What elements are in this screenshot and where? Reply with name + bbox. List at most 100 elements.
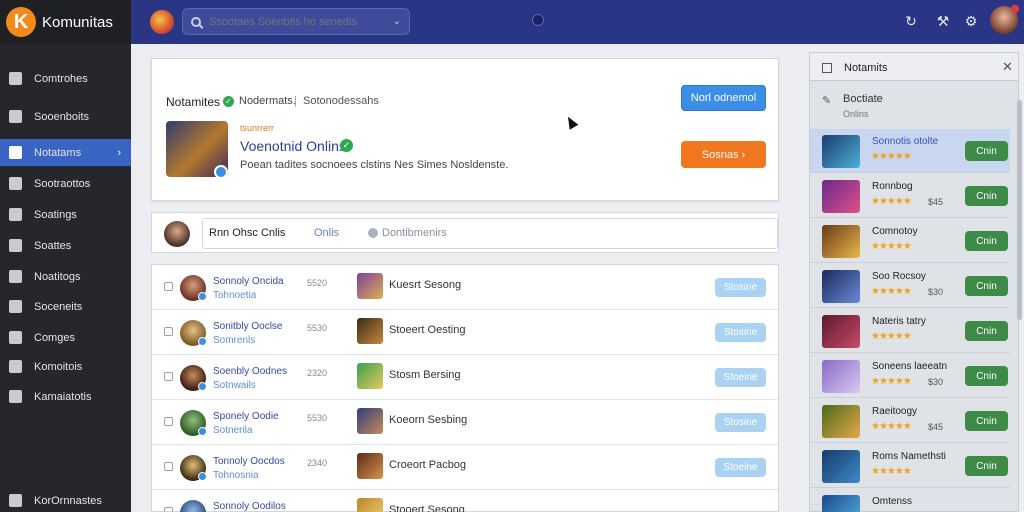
- refresh-icon[interactable]: ↻: [902, 12, 920, 30]
- app-game-icon[interactable]: [150, 10, 174, 34]
- row-checkbox[interactable]: [164, 462, 173, 471]
- table-row[interactable]: Soenbly Oodnes Sotnwails 2320 Stosm Bers…: [152, 355, 778, 400]
- member-name[interactable]: Tonnoly Oocdos: [213, 456, 285, 467]
- sidebar-item-label: Soattes: [34, 239, 72, 252]
- row-action-button[interactable]: Stoeine: [715, 368, 766, 387]
- sidebar-item-notatams[interactable]: Notatams ›: [0, 139, 131, 166]
- sidebar-item-sooenboits[interactable]: Sooenboits: [0, 103, 131, 130]
- join-button[interactable]: Cnin: [965, 411, 1008, 431]
- list-item[interactable]: Nateris tatry ★★★★★ Cnin: [810, 309, 1010, 353]
- game-icon: [357, 273, 383, 299]
- row-checkbox[interactable]: [164, 282, 173, 291]
- header-top-button[interactable]: Norl odnemol: [681, 85, 766, 111]
- game-name: Soo Rocsoy: [872, 271, 926, 282]
- member-name[interactable]: Sonitbly Ooclse: [213, 321, 282, 332]
- game-title[interactable]: Voenotnid Onlins: [240, 138, 346, 154]
- table-row[interactable]: Tonnoly Oocdos Tohnosnia 2340 Croeort Pa…: [152, 445, 778, 490]
- row-checkbox[interactable]: [164, 327, 173, 336]
- sidebar-item-kororrnnastes[interactable]: KorOrnnastes: [0, 487, 131, 512]
- row-action-button[interactable]: Stosine: [715, 323, 766, 342]
- close-icon[interactable]: ✕: [1002, 59, 1013, 75]
- tools-icon[interactable]: ⚒: [934, 12, 952, 30]
- game-price: $45: [928, 197, 944, 207]
- settings-icon[interactable]: ⚙: [962, 12, 980, 30]
- list-item[interactable]: Omtenss: [810, 489, 1010, 512]
- filter-avatar[interactable]: [164, 221, 190, 247]
- table-row[interactable]: Sonitbly Ooclse Somrenls 5530 Stoeert Oe…: [152, 310, 778, 355]
- game-icon: [357, 453, 383, 479]
- scrollbar[interactable]: [1017, 100, 1022, 320]
- member-name[interactable]: Sonnoly Oodilos: [213, 501, 286, 512]
- game-description: Poean tadites socnoees clstins Nes Simes…: [240, 159, 509, 171]
- header-subtitle-2: Sotonodessahs: [303, 95, 379, 107]
- sidebar-item-comges[interactable]: Comges: [0, 324, 131, 351]
- member-subtitle: Tohnosnia: [213, 470, 259, 481]
- tab-documents[interactable]: Dontibmenirs: [382, 227, 447, 239]
- tab-online[interactable]: Onlis: [314, 227, 339, 239]
- member-name[interactable]: Sonnoly Oncida: [213, 276, 284, 287]
- list-item[interactable]: Ronnbog ★★★★★ $45 Cnin: [810, 174, 1010, 218]
- sidebar-item-komoitois[interactable]: Komoitois: [0, 353, 131, 380]
- join-button[interactable]: Cnin: [965, 186, 1008, 206]
- row-checkbox[interactable]: [164, 372, 173, 381]
- calendar-icon: [9, 331, 22, 344]
- avatar[interactable]: [180, 500, 206, 512]
- join-button[interactable]: Cnin: [965, 321, 1008, 341]
- members-list: Sonnoly Oncida Tohnoetia 5520 Kuesrt Ses…: [151, 264, 779, 512]
- rating-stars: ★★★★★: [871, 196, 912, 207]
- list-item[interactable]: Sonnotis otolte ★★★★★ Cnin: [810, 129, 1010, 173]
- page-title: Notamites: [166, 95, 221, 109]
- list-item[interactable]: Soneens laeeatn ★★★★★ $30 Cnin: [810, 354, 1010, 398]
- row-checkbox[interactable]: [164, 417, 173, 426]
- rating-stars: ★★★★★: [871, 466, 912, 477]
- sidebar-item-noatitogs[interactable]: Noatitogs: [0, 263, 131, 290]
- list-item[interactable]: Roms Namethsti ★★★★★ Cnin: [810, 444, 1010, 488]
- row-action-button[interactable]: Stosine: [715, 413, 766, 432]
- chevron-down-icon[interactable]: ⌄: [393, 16, 401, 27]
- row-action-button[interactable]: Stosine: [715, 278, 766, 297]
- list-item[interactable]: Comnotoy ★★★★★ Cnin: [810, 219, 1010, 263]
- table-row[interactable]: Sponely Oodie Sotnerila 5530 Koeorn Sesb…: [152, 400, 778, 445]
- status-dot-icon[interactable]: [532, 14, 544, 26]
- sidebar-item-sootraottos[interactable]: Sootraottos: [0, 170, 131, 197]
- join-button[interactable]: Cnin: [965, 276, 1008, 296]
- search-input[interactable]: [209, 15, 393, 28]
- member-name[interactable]: Soenbly Oodnes: [213, 366, 287, 377]
- join-button[interactable]: Cnin: [965, 366, 1008, 386]
- online-status-icon: [198, 292, 207, 301]
- sidebar-item-label: Notatams: [34, 146, 82, 159]
- game-icon: [357, 363, 383, 389]
- sidebar: Comtrohes Sooenboits Notatams › Sootraott…: [0, 44, 131, 512]
- member-name[interactable]: Sponely Oodie: [213, 411, 279, 422]
- list-item[interactable]: Soo Rocsoy ★★★★★ $30 Cnin: [810, 264, 1010, 308]
- game-thumbnail: [822, 315, 860, 348]
- join-button[interactable]: Cnin: [965, 141, 1008, 161]
- brand[interactable]: K Komunitas: [0, 0, 131, 44]
- online-status-icon: [198, 337, 207, 346]
- game-name: Roms Namethsti: [872, 451, 946, 462]
- sidebar-item-label: Sooenboits: [34, 110, 90, 123]
- primary-action-button[interactable]: Sosnas ›: [681, 141, 766, 168]
- row-checkbox[interactable]: [164, 507, 173, 512]
- row-action-button[interactable]: Stoeine: [715, 458, 766, 477]
- join-button[interactable]: Cnin: [965, 456, 1008, 476]
- tab-all[interactable]: Rnn Ohsc Cnlis: [209, 227, 285, 239]
- sidebar-item-comtrohes[interactable]: Comtrohes: [0, 65, 131, 92]
- header-subtitle: Nodermats.: [239, 95, 296, 107]
- sidebar-item-soatings[interactable]: Soatings: [0, 201, 131, 228]
- game-thumbnail: [822, 135, 860, 168]
- sidebar-item-kamaiatotis[interactable]: Kamaiatotis: [0, 383, 131, 410]
- join-button[interactable]: Cnin: [965, 231, 1008, 251]
- sidebar-item-soattes[interactable]: Soattes: [0, 232, 131, 259]
- home-icon: [9, 110, 22, 123]
- rating-stars: ★★★★★: [871, 421, 912, 432]
- search-bar[interactable]: ⌄: [182, 8, 410, 35]
- game-name: Croeort Pacbog: [389, 459, 467, 471]
- table-row[interactable]: Sonnoly Oncida Tohnoetia 5520 Kuesrt Ses…: [152, 265, 778, 310]
- list-item[interactable]: Raeitoogy ★★★★★ $45 Cnin: [810, 399, 1010, 443]
- rating-stars: ★★★★★: [871, 331, 912, 342]
- game-name: Stooert Sesong: [389, 504, 465, 512]
- sidebar-item-soceneits[interactable]: Soceneits: [0, 293, 131, 320]
- table-row[interactable]: Sonnoly Oodilos Stooert Sesong: [152, 490, 778, 512]
- member-number: 5520: [307, 278, 328, 288]
